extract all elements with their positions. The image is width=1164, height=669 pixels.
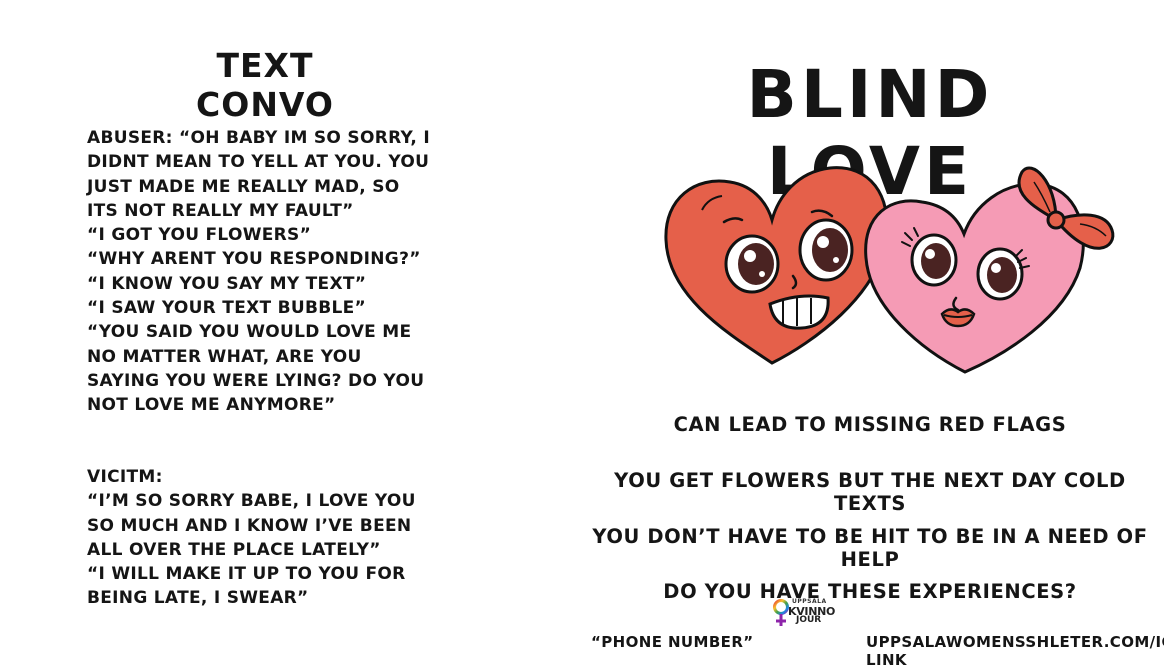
message-line: YOU GET FLOWERS BUT THE NEXT DAY COLD TE…: [614, 469, 1126, 515]
logo-top-text: UPPSALA: [792, 598, 827, 605]
abuser-line: “I KNOW YOU SAY MY TEXT”: [87, 273, 367, 294]
victim-line: “I’M SO SORRY BABE, I LOVE YOU SO MUCH A…: [87, 491, 416, 560]
victim-label: VICITM:: [87, 467, 163, 487]
message-line: DO YOU HAVE THESE EXPERIENCES?: [663, 580, 1077, 603]
victim-line: “I WILL MAKE IT UP TO YOU FOR BEING LATE…: [87, 564, 406, 609]
website-link-text: UPPSALAWOMENSSHLETER.COM/IG LINK: [866, 633, 1164, 669]
convo-title: TEXT CONVO: [196, 46, 334, 124]
victim-messages: VICITM: “I’M SO SORRY BABE, I LOVE YOU S…: [87, 465, 432, 611]
message-line: YOU DON’T HAVE TO BE HIT TO BE IN A NEED…: [592, 525, 1148, 571]
abuser-line: “I SAW YOUR TEXT BUBBLE”: [87, 298, 367, 319]
red-heart-character: [664, 166, 889, 365]
message-line: CAN LEAD TO MISSING RED FLAGS: [673, 413, 1067, 436]
abuser-line: “YOU SAID YOU WOULD LOVE ME NO MATTER WH…: [87, 322, 425, 416]
phone-number-text: “PHONE NUMBER”: [591, 633, 754, 651]
kvinnojour-logo: UPPSALA KVINNO JOUR: [772, 598, 838, 628]
logo-line2-text: JOUR: [796, 615, 822, 625]
abuser-messages: ABUSER: “OH BABY IM SO SORRY, I DIDNT ME…: [87, 126, 432, 418]
abuser-line: “WHY ARENT YOU RESPONDING?”: [87, 249, 421, 270]
abuser-line: “I GOT YOU FLOWERS”: [87, 225, 312, 246]
abuser-label-line: ABUSER: “OH BABY IM SO SORRY, I DIDNT ME…: [87, 128, 430, 221]
hearts-illustration: [664, 166, 1115, 374]
